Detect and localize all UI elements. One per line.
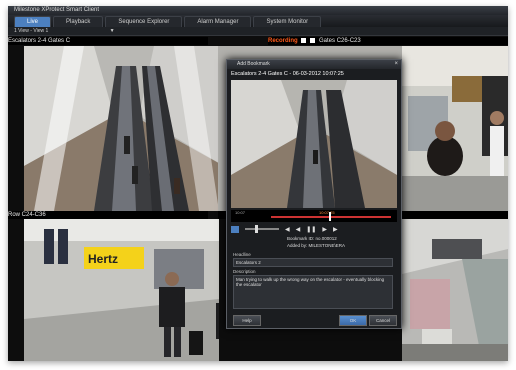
camera-view-escalators[interactable] — [24, 46, 224, 211]
timeline-range — [271, 216, 391, 218]
stop-icon[interactable] — [310, 37, 316, 43]
dialog-title: Add Bookmark — [237, 61, 270, 67]
timeline-current-label: 10:07:25 — [319, 210, 335, 215]
view-selector[interactable]: 1 View - View 1 ▼ — [8, 27, 508, 36]
camera-title-1: Escalators 2-4 Gates C — [8, 37, 208, 45]
tab-sequence-explorer[interactable]: Sequence Explorer — [105, 16, 183, 27]
recording-icon — [301, 37, 307, 43]
pause-icon[interactable]: ❚❚ — [306, 226, 316, 233]
bookmark-icon[interactable] — [231, 225, 239, 233]
description-textarea[interactable]: Man trying to walk up the wrong way on t… — [233, 275, 393, 309]
tab-system-monitor[interactable]: System Monitor — [253, 16, 322, 27]
added-by: Added by: MILESTONE\ERA — [287, 243, 345, 248]
escalator-scene-image — [24, 46, 224, 211]
headline-input[interactable]: Escalators 2 — [233, 258, 393, 267]
help-button[interactable]: Help — [233, 315, 261, 326]
step-back-icon[interactable]: ◀ — [285, 226, 290, 233]
dialog-title-bar: Add Bookmark × — [227, 60, 401, 69]
title-bar: Milestone XProtect Smart Client — [8, 6, 508, 15]
step-forward-icon[interactable]: ▶ — [333, 226, 338, 233]
camera-view-terminal[interactable] — [402, 219, 508, 361]
speed-slider[interactable] — [245, 225, 279, 233]
play-backward-icon[interactable]: ◀ — [296, 226, 301, 233]
cancel-button[interactable]: Cancel — [369, 315, 397, 326]
ok-button[interactable]: OK — [339, 315, 367, 326]
bookmark-timeline[interactable]: 10:07 10:07:25 — [231, 210, 397, 222]
camera-title-2: Recording Gates C26-C23 — [268, 37, 508, 45]
headline-label: Headline — [233, 252, 251, 257]
tab-playback[interactable]: Playback — [53, 16, 104, 27]
terminal-scene-image — [402, 219, 508, 361]
camera-1-label: Escalators 2-4 Gates C — [8, 38, 71, 44]
camera-2-label: Gates C26-C23 — [319, 38, 361, 44]
view-selector-value: 1 View - View 1 — [14, 28, 49, 34]
recording-indicator: Recording — [268, 38, 298, 44]
main-tabs: Live Playback Sequence Explorer Alarm Ma… — [8, 15, 508, 27]
preview-escalator-image — [231, 80, 397, 208]
close-icon[interactable]: × — [394, 60, 398, 69]
chevron-down-icon[interactable]: ▼ — [110, 28, 115, 34]
camera-view-gates[interactable] — [402, 46, 508, 211]
description-label: Description — [233, 269, 256, 274]
playback-controls: ◀ ◀ ❚❚ ▶ ▶ — [231, 224, 397, 234]
camera-3-label: Row C24-C36 — [8, 212, 46, 218]
tab-live[interactable]: Live — [14, 16, 52, 27]
camera-view-hertz[interactable]: Hertz — [24, 219, 219, 361]
smart-client-window: Milestone XProtect Smart Client Live Pla… — [8, 6, 508, 361]
window-title: Milestone XProtect Smart Client — [14, 7, 100, 13]
svg-text:Hertz: Hertz — [88, 252, 118, 266]
bookmark-video-preview — [231, 80, 397, 208]
add-bookmark-dialog: Add Bookmark × Escalators 2-4 Gates C - … — [226, 59, 402, 329]
gates-scene-image — [402, 46, 508, 211]
play-forward-icon[interactable]: ▶ — [322, 226, 327, 233]
timeline-start-label: 10:07 — [235, 210, 246, 215]
camera-title-3: Row C24-C36 — [8, 211, 208, 219]
tab-alarm-manager[interactable]: Alarm Manager — [184, 16, 252, 27]
hertz-scene-image: Hertz — [24, 219, 219, 361]
timeline-handle[interactable] — [329, 212, 331, 221]
bookmark-id: Bookmark ID: no.000012 — [287, 236, 337, 241]
